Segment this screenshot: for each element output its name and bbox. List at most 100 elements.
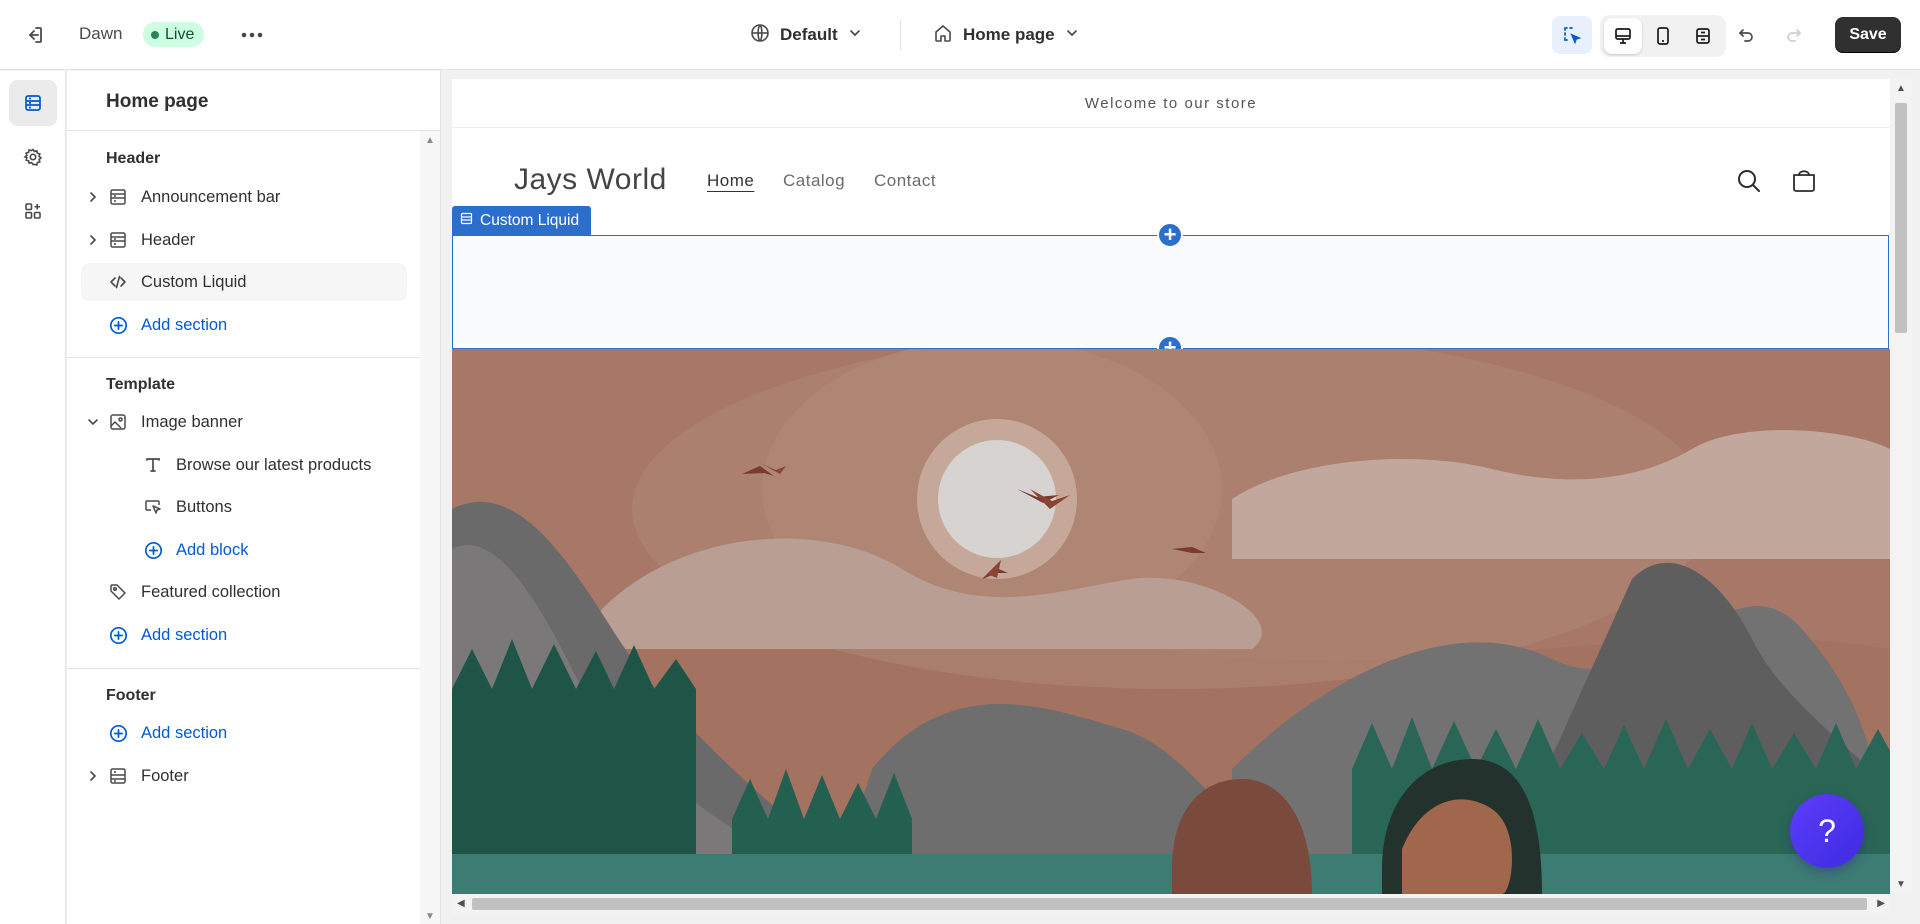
divider bbox=[67, 130, 441, 131]
block-item-label: Buttons bbox=[176, 497, 232, 516]
chevron-down-icon[interactable] bbox=[83, 416, 103, 428]
footer-group-heading: Footer bbox=[106, 687, 156, 704]
undo-icon[interactable] bbox=[1732, 21, 1760, 49]
block-item-buttons[interactable]: Buttons bbox=[81, 488, 407, 526]
scroll-down-arrow-icon[interactable]: ▼ bbox=[1896, 879, 1906, 890]
section-item-label: Image banner bbox=[141, 412, 243, 431]
section-item-label: Featured collection bbox=[141, 582, 281, 601]
add-section-label: Add section bbox=[141, 315, 228, 334]
add-section-footer-button[interactable]: Add section bbox=[81, 714, 407, 752]
page-selector[interactable]: Home page bbox=[933, 20, 1079, 50]
add-block-label: Add block bbox=[176, 540, 249, 559]
divider bbox=[900, 20, 901, 50]
help-button[interactable]: ? bbox=[1790, 794, 1864, 868]
button-cursor-icon bbox=[142, 496, 164, 518]
image-icon bbox=[107, 411, 129, 433]
preview-vertical-scrollbar[interactable]: ▲ ▼ bbox=[1890, 79, 1912, 894]
add-block-button[interactable]: Add block bbox=[81, 531, 407, 569]
section-grip-icon bbox=[460, 212, 473, 230]
theme-name: Dawn bbox=[79, 24, 123, 43]
divider bbox=[67, 668, 421, 669]
full-width-view-icon[interactable] bbox=[1684, 18, 1722, 54]
text-icon bbox=[142, 454, 164, 476]
section-item-custom-liquid[interactable]: Custom Liquid bbox=[81, 263, 407, 301]
header-group-heading: Header bbox=[106, 150, 161, 167]
scrollbar-thumb[interactable] bbox=[472, 898, 1867, 910]
divider bbox=[67, 357, 421, 358]
mobile-view-icon[interactable] bbox=[1644, 18, 1682, 54]
chevron-right-icon[interactable] bbox=[83, 770, 103, 782]
exit-icon[interactable] bbox=[20, 21, 48, 49]
nav-link-home[interactable]: Home bbox=[707, 171, 754, 191]
search-icon[interactable] bbox=[1733, 165, 1765, 197]
inspector-select-icon[interactable] bbox=[1552, 16, 1592, 54]
section-layout-icon bbox=[107, 229, 129, 251]
section-item-image-banner[interactable]: Image banner bbox=[81, 403, 407, 441]
top-bar: Dawn Live Default Home page Save bbox=[0, 0, 1920, 70]
block-item-label: Browse our latest products bbox=[176, 455, 372, 474]
section-item-label: Footer bbox=[141, 766, 189, 785]
plus-circle-icon bbox=[142, 539, 164, 561]
announcement-bar[interactable]: Welcome to our store bbox=[452, 79, 1890, 128]
section-layout-icon bbox=[107, 186, 129, 208]
chevron-down-icon bbox=[848, 25, 862, 45]
image-banner-section[interactable] bbox=[452, 349, 1890, 894]
section-item-footer[interactable]: Footer bbox=[81, 757, 407, 795]
nav-link-catalog[interactable]: Catalog bbox=[783, 171, 845, 191]
store-logo[interactable]: Jays World bbox=[514, 163, 667, 197]
desktop-view-icon[interactable] bbox=[1604, 18, 1642, 54]
viewport-toggle bbox=[1600, 15, 1726, 57]
preview-horizontal-scrollbar[interactable]: ◀ ▶ bbox=[452, 894, 1890, 914]
sections-sidebar: Home page Header Announcement bar Header… bbox=[67, 71, 441, 924]
add-section-label: Add section bbox=[141, 625, 228, 644]
section-item-announcement-bar[interactable]: Announcement bar bbox=[81, 178, 407, 216]
plus-circle-icon bbox=[107, 314, 129, 336]
chevron-down-icon bbox=[1065, 25, 1079, 45]
scrollbar-thumb[interactable] bbox=[1895, 103, 1907, 333]
template-selector[interactable]: Default bbox=[750, 20, 862, 50]
add-section-label: Add section bbox=[141, 723, 228, 742]
page-title: Home page bbox=[106, 91, 209, 112]
scroll-up-arrow-icon[interactable]: ▲ bbox=[425, 135, 435, 146]
landscape-illustration bbox=[452, 349, 1890, 894]
add-section-above-icon[interactable]: + bbox=[1157, 222, 1183, 248]
gear-icon[interactable] bbox=[9, 134, 57, 180]
section-item-label: Announcement bar bbox=[141, 187, 281, 206]
template-group-heading: Template bbox=[106, 376, 176, 393]
chevron-right-icon[interactable] bbox=[83, 234, 103, 246]
code-icon bbox=[107, 271, 129, 293]
save-button[interactable]: Save bbox=[1835, 17, 1901, 53]
scroll-right-arrow-icon[interactable]: ▶ bbox=[1877, 898, 1885, 909]
apps-icon[interactable] bbox=[9, 188, 57, 234]
left-rail bbox=[0, 71, 66, 924]
cart-icon[interactable] bbox=[1788, 165, 1820, 197]
scroll-down-arrow-icon[interactable]: ▼ bbox=[425, 911, 435, 922]
redo-icon[interactable] bbox=[1780, 21, 1808, 49]
add-section-template-button[interactable]: Add section bbox=[81, 616, 407, 654]
plus-circle-icon bbox=[107, 722, 129, 744]
add-section-header-button[interactable]: Add section bbox=[81, 306, 407, 344]
scroll-left-arrow-icon[interactable]: ◀ bbox=[457, 898, 465, 909]
more-actions-icon[interactable] bbox=[238, 21, 266, 49]
nav-link-contact[interactable]: Contact bbox=[874, 171, 936, 191]
selected-section-tag: Custom Liquid bbox=[452, 206, 592, 235]
storefront-preview[interactable]: Welcome to our store Jays World Home Cat… bbox=[452, 79, 1890, 894]
sidebar-scrollbar[interactable]: ▲ ▼ bbox=[420, 131, 440, 924]
section-item-header[interactable]: Header bbox=[81, 221, 407, 259]
live-badge: Live bbox=[143, 22, 205, 47]
plus-circle-icon bbox=[107, 624, 129, 646]
section-item-featured-collection[interactable]: Featured collection bbox=[81, 573, 407, 611]
section-item-label: Header bbox=[141, 230, 196, 249]
template-selector-label: Default bbox=[780, 25, 838, 44]
home-icon bbox=[933, 23, 953, 48]
footer-layout-icon bbox=[107, 765, 129, 787]
section-item-label: Custom Liquid bbox=[141, 272, 247, 291]
block-item-text[interactable]: Browse our latest products bbox=[81, 446, 407, 484]
chevron-right-icon[interactable] bbox=[83, 191, 103, 203]
selected-section-tag-label: Custom Liquid bbox=[480, 211, 580, 229]
page-selector-label: Home page bbox=[963, 25, 1055, 44]
custom-liquid-section[interactable] bbox=[452, 235, 1889, 349]
globe-icon bbox=[750, 23, 770, 48]
scroll-up-arrow-icon[interactable]: ▲ bbox=[1896, 83, 1906, 94]
sections-icon[interactable] bbox=[9, 80, 57, 126]
